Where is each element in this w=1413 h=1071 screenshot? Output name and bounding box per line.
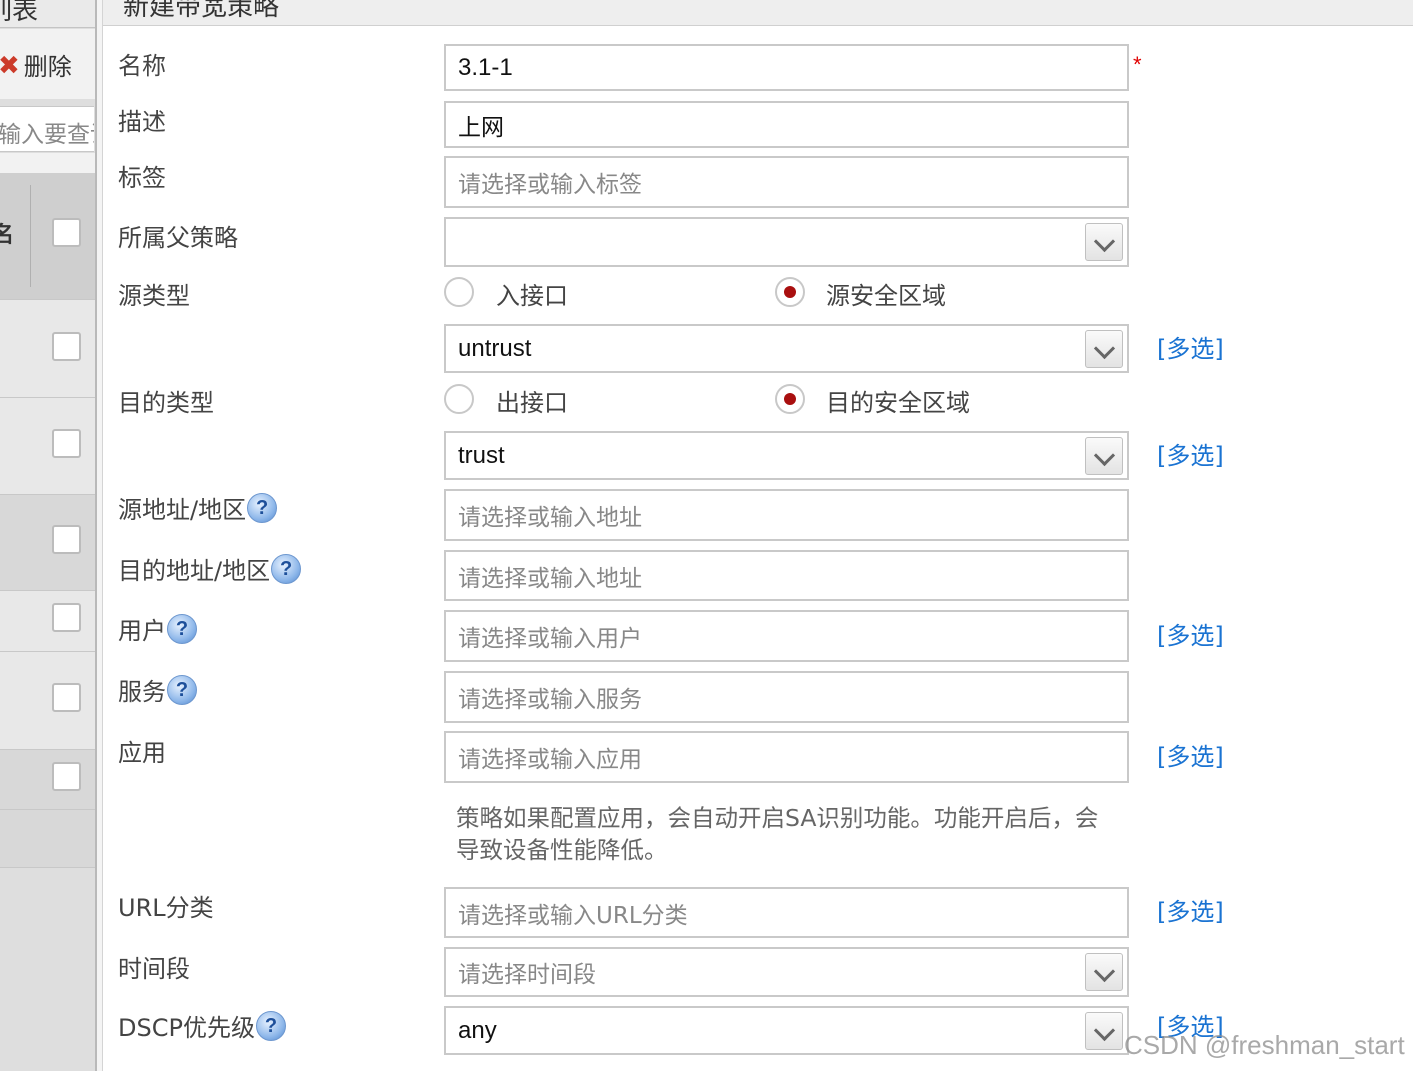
help-icon[interactable]: ?	[255, 1010, 286, 1041]
list-toolbar: ✖ 删除	[0, 29, 95, 99]
url-category-placeholder: 请选择或输入URL分类	[458, 902, 688, 929]
application-multiselect-link[interactable]: [多选]	[1157, 737, 1224, 772]
policy-list-panel: 列表 ✖ 删除 输入要查询 名	[0, 0, 95, 1071]
row-checkbox[interactable]	[52, 762, 81, 791]
name-value: 3.1-1	[458, 53, 513, 81]
help-icon[interactable]: ?	[167, 613, 197, 644]
user-multiselect-link[interactable]: [多选]	[1157, 616, 1224, 651]
list-panel-title: 列表	[0, 0, 39, 26]
description-label: 描述	[118, 108, 166, 136]
chevron-down-icon[interactable]	[1085, 329, 1123, 368]
radio-source-zone[interactable]	[775, 277, 805, 307]
radio-ingress-interface[interactable]	[444, 277, 474, 307]
dest-zone-multiselect-link[interactable]: [多选]	[1157, 436, 1224, 471]
row-checkbox[interactable]	[52, 683, 81, 712]
source-zone-multiselect-link[interactable]: [多选]	[1157, 329, 1224, 364]
table-row-empty	[0, 810, 95, 868]
time-range-label: 时间段	[118, 955, 190, 983]
row-checkbox[interactable]	[52, 332, 81, 361]
application-input[interactable]: 请选择或输入应用	[444, 731, 1129, 783]
column-separator	[30, 185, 31, 287]
chevron-down-icon[interactable]	[1085, 953, 1123, 991]
help-icon[interactable]: ?	[247, 492, 278, 523]
dialog-title: 新建带宽策略	[123, 0, 280, 22]
dscp-value: any	[458, 1016, 497, 1044]
description-value: 上网	[458, 114, 504, 141]
url-category-multiselect-link[interactable]: [多选]	[1157, 892, 1224, 927]
name-input[interactable]: 3.1-1	[444, 44, 1129, 91]
watermark: CSDN @freshman_start	[1124, 1030, 1405, 1060]
row-checkbox[interactable]	[52, 603, 81, 632]
panel-splitter[interactable]	[95, 0, 103, 1071]
help-icon[interactable]: ?	[167, 674, 197, 705]
radio-dest-zone-label: 目的安全区域	[826, 389, 970, 417]
source-zone-select[interactable]: untrust	[444, 324, 1129, 373]
list-search-input[interactable]: 输入要查询	[0, 106, 94, 152]
source-zone-value: untrust	[458, 334, 532, 362]
chevron-down-icon[interactable]	[1085, 1011, 1123, 1050]
dest-zone-select[interactable]: trust	[444, 431, 1129, 480]
url-category-label: URL分类	[118, 894, 214, 922]
dest-zone-value: trust	[458, 441, 505, 469]
source-address-input[interactable]: 请选择或输入地址	[444, 489, 1129, 541]
parent-policy-label: 所属父策略	[118, 224, 238, 252]
delete-button[interactable]: ✖ 删除	[0, 47, 72, 82]
application-note: 策略如果配置应用，会自动开启SA识别功能。功能开启后，会导致设备性能降低。	[456, 804, 1099, 864]
list-gap	[0, 153, 95, 173]
table-row[interactable]	[0, 750, 95, 810]
time-range-select[interactable]: 请选择时间段	[444, 947, 1129, 997]
dscp-select[interactable]: any	[444, 1006, 1129, 1055]
delete-label: 删除	[23, 53, 72, 81]
dest-address-label: 目的地址/地区?	[118, 551, 302, 586]
tag-input[interactable]: 请选择或输入标签	[444, 156, 1129, 208]
parent-policy-select[interactable]	[444, 217, 1129, 267]
user-input[interactable]: 请选择或输入用户	[444, 610, 1129, 662]
table-row[interactable]	[0, 652, 95, 750]
tag-label: 标签	[118, 164, 166, 192]
application-label: 应用	[118, 739, 166, 767]
radio-ingress-interface-label: 入接口	[496, 282, 568, 310]
description-input[interactable]: 上网	[444, 101, 1129, 148]
service-input[interactable]: 请选择或输入服务	[444, 671, 1129, 723]
service-placeholder: 请选择或输入服务	[458, 687, 642, 713]
help-icon[interactable]: ?	[271, 553, 302, 584]
dscp-label: DSCP优先级?	[118, 1008, 286, 1043]
delete-icon: ✖	[0, 49, 20, 80]
select-all-checkbox[interactable]	[52, 218, 81, 247]
url-category-input[interactable]: 请选择或输入URL分类	[444, 887, 1129, 938]
tag-placeholder: 请选择或输入标签	[458, 172, 642, 198]
dest-address-input[interactable]: 请选择或输入地址	[444, 550, 1129, 601]
user-placeholder: 请选择或输入用户	[458, 626, 642, 652]
dest-type-label: 目的类型	[118, 389, 214, 417]
time-range-placeholder: 请选择时间段	[458, 962, 596, 988]
radio-dest-zone[interactable]	[775, 384, 805, 414]
list-panel-header: 列表	[0, 0, 95, 28]
table-row[interactable]	[0, 300, 95, 398]
service-label: 服务?	[118, 672, 197, 707]
table-row[interactable]	[0, 495, 95, 591]
user-label: 用户?	[118, 611, 197, 646]
row-checkbox[interactable]	[52, 429, 81, 458]
list-header-row: 名	[0, 173, 95, 300]
source-address-label: 源地址/地区?	[118, 490, 278, 525]
chevron-down-icon[interactable]	[1085, 436, 1123, 475]
radio-egress-interface-label: 出接口	[496, 389, 568, 417]
list-header-cell: 名	[0, 222, 15, 247]
radio-source-zone-label: 源安全区域	[826, 282, 946, 310]
table-row[interactable]	[0, 398, 95, 495]
source-type-label: 源类型	[118, 282, 190, 310]
dest-address-placeholder: 请选择或输入地址	[458, 565, 642, 592]
table-row[interactable]	[0, 591, 95, 652]
name-label: 名称	[118, 52, 166, 80]
source-address-placeholder: 请选择或输入地址	[458, 505, 642, 531]
radio-egress-interface[interactable]	[444, 384, 474, 414]
dialog-title-bar: 新建带宽策略	[103, 0, 1413, 26]
row-checkbox[interactable]	[52, 525, 81, 554]
chevron-down-icon[interactable]	[1085, 223, 1123, 261]
application-placeholder: 请选择或输入应用	[458, 747, 642, 773]
required-mark: *	[1133, 52, 1142, 77]
